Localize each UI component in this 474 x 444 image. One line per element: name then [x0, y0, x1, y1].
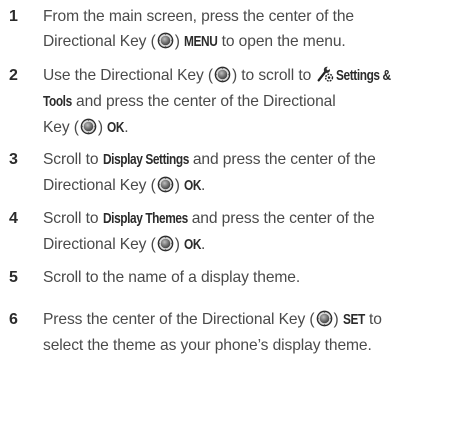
step-text-segment: Key ( — [43, 119, 79, 136]
step-text-line: Directional Key () OK. — [43, 232, 471, 258]
step-text-segment: . — [201, 177, 206, 194]
step-text-segment: . — [201, 236, 206, 253]
step-number: 3 — [9, 151, 18, 168]
directional-key-icon — [157, 176, 174, 193]
step-text: Scroll to Display Settings and press the… — [43, 147, 471, 199]
ui-keyword: MENU — [184, 34, 218, 50]
ui-keyword: Tools — [43, 94, 72, 110]
ui-keyword: Settings & — [336, 68, 392, 84]
directional-key-icon — [80, 118, 97, 135]
step-text-segment: Directional Key ( — [43, 177, 156, 194]
step-number: 2 — [9, 67, 18, 84]
step-text-segment: From the main screen, press the center o… — [43, 8, 354, 25]
step-text-segment: Directional Key ( — [43, 236, 156, 253]
ui-keyword: OK — [184, 178, 202, 194]
ui-keyword: Display Themes — [102, 211, 188, 227]
step-text-segment: Scroll to the name of a display theme. — [43, 269, 301, 286]
step-text-line: Key () OK. — [43, 115, 471, 141]
step-text-segment: to — [364, 311, 382, 328]
step-text-line: Scroll to the name of a display theme. — [43, 265, 471, 290]
step-text-segment: and press the center of the — [188, 151, 376, 168]
step-text-line: Press the center of the Directional Key … — [43, 307, 471, 333]
step-text-line: Directional Key () OK. — [43, 173, 471, 199]
step-number: 5 — [9, 269, 18, 286]
step-text-segment: . — [124, 119, 129, 136]
step-text-segment: Scroll to — [43, 151, 103, 168]
step-text-segment: Use the Directional Key ( — [43, 67, 213, 84]
step-text: Scroll to Display Themes and press the c… — [43, 206, 471, 258]
ui-keyword: OK — [107, 120, 125, 136]
directional-key-icon — [157, 235, 174, 252]
step-number: 1 — [9, 8, 18, 25]
step-text-segment: Scroll to — [43, 210, 103, 227]
step-text-segment: and press the center of the — [187, 210, 375, 227]
step-text: From the main screen, press the center o… — [43, 4, 471, 55]
directional-key-icon — [214, 66, 231, 83]
step-text-line: Directional Key () MENU to open the menu… — [43, 29, 471, 55]
step-text-segment: Directional Key ( — [43, 33, 156, 50]
step-text-line: From the main screen, press the center o… — [43, 4, 471, 29]
step-text-segment: ) — [333, 311, 343, 328]
ui-keyword: SET — [342, 312, 365, 328]
directional-key-icon — [157, 32, 174, 49]
step-number: 6 — [9, 311, 18, 328]
step-text-line: Scroll to Display Themes and press the c… — [43, 206, 471, 232]
step-text-segment: to open the menu. — [217, 33, 346, 50]
instruction-steps: 1 From the main screen, press the center … — [0, 0, 474, 444]
step-text-segment: ) — [174, 33, 185, 50]
settings-tools-icon — [317, 66, 334, 82]
ui-keyword: Display Settings — [102, 152, 189, 168]
step-text-line: select the theme as your phone’s display… — [43, 333, 471, 358]
step-text-segment: ) — [97, 119, 108, 136]
step-text: Press the center of the Directional Key … — [43, 307, 471, 358]
step-text-segment: ) — [174, 236, 185, 253]
step-text-segment: ) to scroll to — [231, 67, 316, 84]
step-text-segment: Press the center of the Directional Key … — [43, 311, 315, 328]
step-number: 4 — [9, 210, 18, 227]
step-text: Use the Directional Key () to scroll to … — [43, 63, 471, 141]
step-text-line: Tools and press the center of the Direct… — [43, 89, 471, 115]
directional-key-icon — [316, 310, 332, 327]
step-text-segment: ) — [174, 177, 185, 194]
step-text-segment: select the theme as your phone’s display… — [43, 337, 372, 354]
step-text-line: Use the Directional Key () to scroll to … — [43, 63, 471, 89]
step-text: Scroll to the name of a display theme. — [43, 265, 471, 290]
step-text-line: Scroll to Display Settings and press the… — [43, 147, 471, 173]
step-text-segment: and press the center of the Directional — [71, 93, 336, 110]
ui-keyword: OK — [184, 237, 202, 253]
